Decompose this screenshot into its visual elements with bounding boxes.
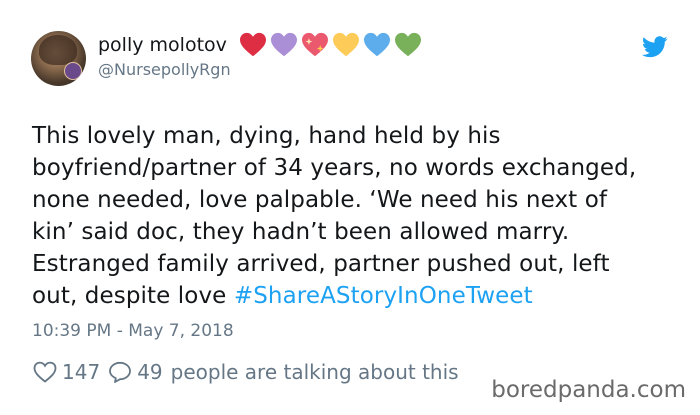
boredpanda-watermark: boredpanda.com xyxy=(491,377,686,403)
red-heart-icon xyxy=(239,32,266,57)
tweet-text-line: none needed, love palpable. ‘We need his… xyxy=(32,187,608,213)
heart-outline-icon xyxy=(33,361,57,383)
tweet-text-line: This lovely man, dying, hand held by his xyxy=(32,123,501,149)
tweet-text-line: Estranged family arrived, partner pushed… xyxy=(32,251,610,277)
avatar[interactable] xyxy=(31,31,86,86)
green-heart-icon xyxy=(394,32,421,57)
avatar-badge xyxy=(64,62,82,80)
tweet-text: This lovely man, dying, hand held by his… xyxy=(32,120,682,312)
sparkling-heart-icon xyxy=(301,32,328,57)
like-button[interactable]: 147 xyxy=(33,360,100,384)
purple-heart-icon xyxy=(270,32,297,57)
tweet-text-last-line: out, despite love #ShareAStoryInOneTweet xyxy=(32,280,682,312)
author-display-name[interactable]: polly molotov xyxy=(98,34,227,56)
tweet-text-line: kin’ said doc, they hadn’t been allowed … xyxy=(32,219,570,245)
tweet-timestamp[interactable]: 10:39 PM - May 7, 2018 xyxy=(32,321,234,341)
reply-button[interactable]: 49 xyxy=(108,360,163,384)
avatar-hair xyxy=(39,35,77,65)
talking-about-text[interactable]: people are talking about this xyxy=(171,360,459,384)
hashtag-link[interactable]: #ShareAStoryInOneTweet xyxy=(234,283,533,309)
twitter-bird-icon[interactable] xyxy=(642,36,668,58)
tweet-text-line: out, despite love xyxy=(32,283,234,309)
reply-count: 49 xyxy=(137,360,163,384)
reply-bubble-icon xyxy=(109,361,132,383)
name-emojis xyxy=(239,32,422,58)
like-count: 147 xyxy=(62,360,101,384)
yellow-heart-icon xyxy=(332,32,359,57)
blue-heart-icon xyxy=(363,32,390,57)
author-name-row: polly molotov xyxy=(98,32,422,58)
tweet-text-line: boyfriend/partner of 34 years, no words … xyxy=(32,155,637,181)
author-handle[interactable]: @NursepollyRgn xyxy=(98,60,231,79)
tweet-actions: 147 49 people are talking about this xyxy=(33,360,459,384)
